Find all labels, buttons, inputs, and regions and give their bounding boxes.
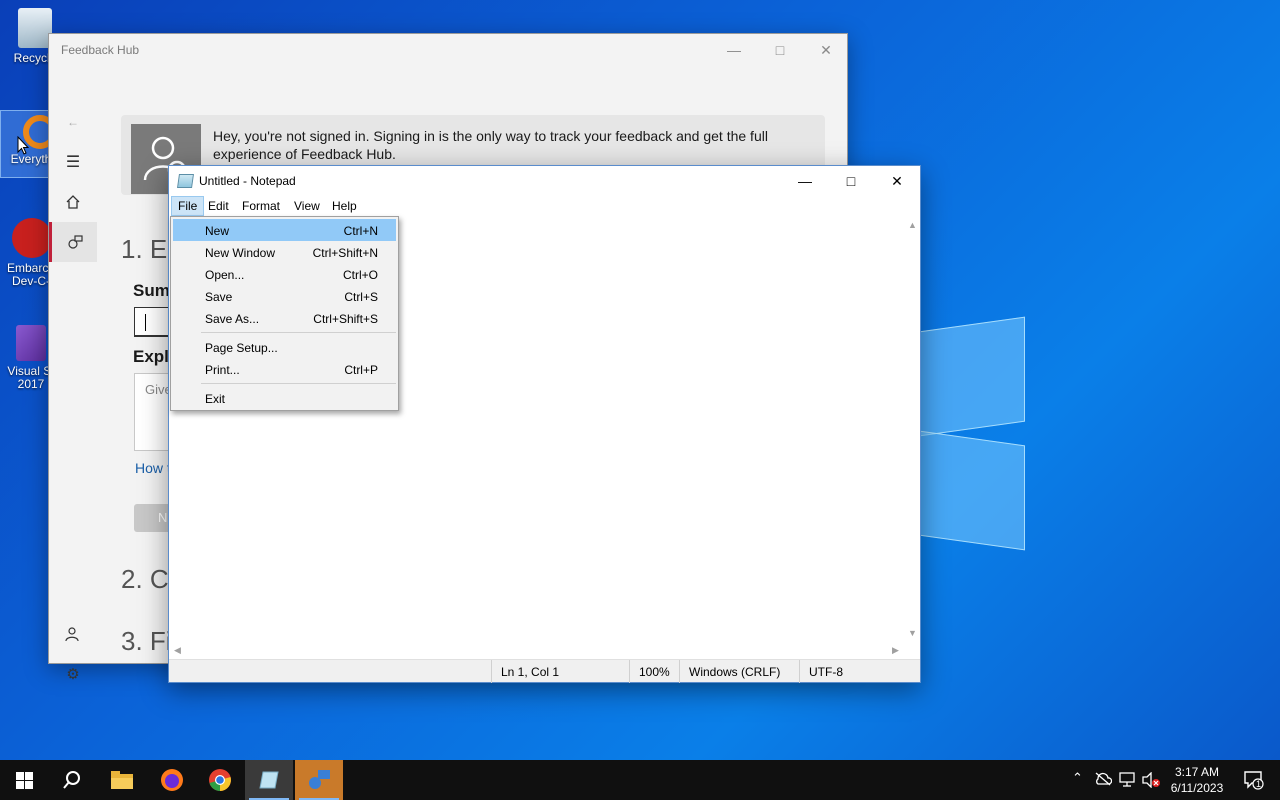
menu-item-shortcut: Ctrl+S — [344, 290, 378, 304]
menu-item-shortcut: Ctrl+Shift+S — [313, 312, 378, 326]
vertical-scrollbar[interactable]: ▲ ▼ — [904, 216, 920, 642]
taskbar-notepad[interactable] — [245, 760, 293, 800]
maximize-button[interactable]: □ — [828, 166, 874, 196]
menu-item-page-setup[interactable]: Page Setup... — [173, 336, 396, 358]
nav-feedback[interactable] — [49, 222, 97, 262]
notepad-icon — [259, 771, 279, 789]
chrome-icon — [209, 769, 231, 791]
taskbar-clock[interactable]: 3:17 AM 6/11/2023 — [1162, 764, 1232, 796]
taskbar-feedback-hub[interactable] — [295, 760, 343, 800]
menu-item-label: New Window — [205, 246, 276, 260]
menu-item-new-window[interactable]: New Window Ctrl+Shift+N — [173, 241, 396, 263]
status-line-ending: Windows (CRLF) — [679, 660, 780, 683]
step-3-heading: 3. Fi — [121, 626, 172, 656]
feedback-hub-icon — [309, 770, 330, 789]
summary-label: Sum — [133, 281, 170, 300]
start-button[interactable] — [0, 760, 48, 800]
step-2-heading: 2. C — [121, 564, 169, 594]
menu-item-label: Open... — [205, 268, 245, 282]
scroll-left-arrow-icon[interactable]: ◀ — [174, 645, 181, 656]
notepad-app-icon — [177, 174, 194, 188]
scroll-up-arrow-icon[interactable]: ▲ — [908, 220, 917, 230]
file-menu-dropdown: New Ctrl+N New Window Ctrl+Shift+N Open.… — [170, 216, 399, 411]
show-hidden-icons-chevron-up-icon[interactable]: ⌃ — [1072, 770, 1083, 786]
nav-rail: ← ☰ ⚙ — [49, 66, 97, 683]
taskbar-chrome[interactable] — [196, 760, 244, 800]
menu-item-shortcut: Ctrl+P — [344, 363, 378, 377]
status-zoom: 100% — [629, 660, 670, 683]
close-button[interactable]: ✕ — [803, 34, 849, 66]
help-link[interactable]: How t — [135, 460, 171, 476]
taskbar-firefox[interactable] — [148, 760, 196, 800]
scroll-down-arrow-icon[interactable]: ▼ — [908, 628, 917, 638]
menu-item-label: Page Setup... — [205, 341, 278, 355]
menu-help[interactable]: Help — [326, 196, 363, 216]
status-cursor-position: Ln 1, Col 1 — [491, 660, 559, 683]
recycle-bin-icon — [18, 8, 52, 48]
scroll-right-arrow-icon[interactable]: ▶ — [892, 645, 899, 656]
wallpaper-windows-logo — [905, 305, 1035, 555]
search-icon — [63, 771, 80, 789]
menu-item-label: New — [205, 224, 230, 238]
maximize-button[interactable]: □ — [757, 34, 803, 66]
menu-item-label: Exit — [205, 392, 226, 406]
menu-view[interactable]: View — [288, 196, 326, 216]
hamburger-menu-button[interactable]: ☰ — [49, 142, 97, 182]
menu-item-label: Save As... — [205, 312, 260, 326]
clock-time: 3:17 AM — [1174, 765, 1220, 779]
firefox-icon — [161, 769, 183, 791]
menu-item-new[interactable]: New Ctrl+N — [173, 219, 396, 241]
menu-item-print[interactable]: Print... Ctrl+P — [173, 358, 396, 380]
title-bar[interactable]: Untitled - Notepad — □ ✕ — [169, 166, 920, 196]
gear-icon: ⚙ — [66, 666, 80, 683]
clock-date: 6/11/2023 — [1170, 781, 1224, 795]
menu-format[interactable]: Format — [236, 196, 286, 216]
windows-logo-icon — [15, 771, 33, 789]
minimize-button[interactable]: — — [711, 34, 757, 66]
menu-edit[interactable]: Edit — [202, 196, 235, 216]
hamburger-icon: ☰ — [65, 154, 81, 171]
mouse-cursor-icon — [17, 136, 29, 155]
notification-icon — [1244, 771, 1264, 790]
menu-item-open[interactable]: Open... Ctrl+O — [173, 263, 396, 285]
nav-home[interactable] — [49, 182, 97, 222]
horizontal-scrollbar[interactable]: ◀ ▶ — [169, 642, 904, 658]
sign-in-message: Hey, you're not signed in. Signing in is… — [213, 128, 768, 162]
menu-item-label: Save — [205, 290, 233, 304]
dev-cpp-icon — [12, 218, 52, 258]
nav-settings[interactable]: ⚙ — [49, 654, 97, 694]
menu-separator — [201, 383, 396, 384]
search-button[interactable] — [48, 760, 96, 800]
feedback-icon — [67, 235, 83, 249]
menu-separator — [201, 332, 396, 333]
menu-item-save[interactable]: Save Ctrl+S — [173, 285, 396, 307]
menu-item-exit[interactable]: Exit — [173, 387, 396, 409]
notification-count-badge: 1 — [1256, 779, 1262, 789]
menu-item-shortcut: Ctrl+Shift+N — [312, 246, 378, 260]
nav-account[interactable] — [49, 614, 97, 654]
network-icon[interactable] — [1118, 772, 1136, 788]
taskbar: ⌃ 3:17 AM 6/11/2023 1 — [0, 760, 1280, 800]
status-encoding: UTF-8 — [799, 660, 920, 683]
minimize-button[interactable]: — — [782, 166, 828, 196]
menu-item-label: Print... — [205, 363, 240, 377]
window-title: Feedback Hub — [61, 43, 140, 57]
close-button[interactable]: ✕ — [874, 166, 920, 196]
menu-bar: File Edit Format View Help — [169, 196, 920, 216]
status-bar: Ln 1, Col 1 100% Windows (CRLF) UTF-8 — [169, 659, 920, 683]
onedrive-offline-icon[interactable] — [1094, 772, 1112, 786]
folder-icon — [111, 771, 133, 789]
window-title: Untitled - Notepad — [199, 174, 296, 188]
back-button[interactable]: ← — [49, 102, 97, 142]
taskbar-file-explorer[interactable] — [98, 760, 146, 800]
menu-file[interactable]: File — [171, 196, 205, 216]
menu-item-shortcut: Ctrl+N — [343, 224, 378, 238]
visual-studio-icon — [16, 325, 46, 361]
action-center-button[interactable]: 1 — [1230, 760, 1278, 800]
menu-item-shortcut: Ctrl+O — [342, 268, 378, 282]
volume-muted-icon[interactable] — [1141, 772, 1161, 788]
home-icon — [66, 195, 80, 209]
menu-item-save-as[interactable]: Save As... Ctrl+Shift+S — [173, 307, 396, 329]
person-add-icon — [65, 627, 79, 642]
